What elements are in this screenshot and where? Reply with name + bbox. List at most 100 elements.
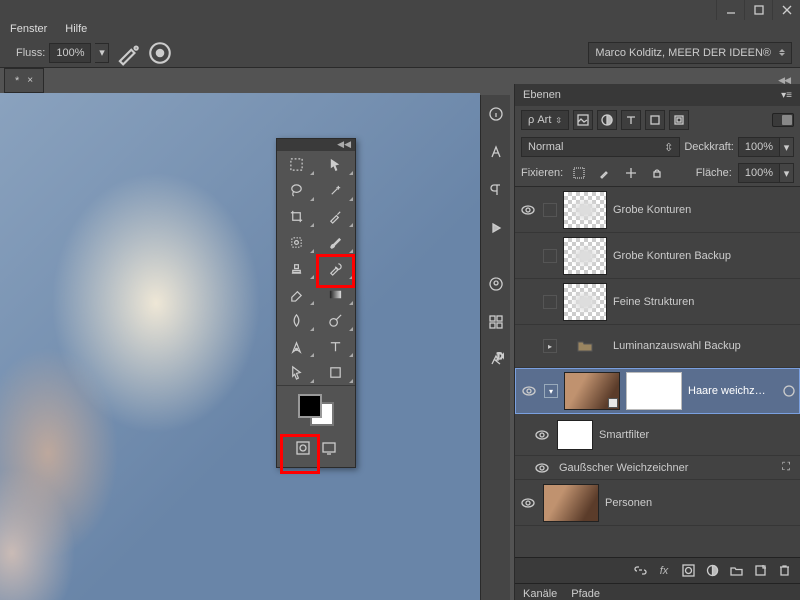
visibility-icon[interactable] <box>520 384 538 398</box>
workspace-selector[interactable]: Marco Kolditz, MEER DER IDEEN® <box>588 42 792 64</box>
move-tool-icon[interactable] <box>316 151 355 177</box>
smartfilter-row[interactable]: Smartfilter <box>515 414 800 456</box>
layer-filter-kind[interactable]: ρ Art⇳ <box>521 110 569 130</box>
layer-row[interactable]: Personen <box>515 480 800 526</box>
link-layers-icon[interactable] <box>630 561 650 581</box>
close-button[interactable] <box>772 0 800 20</box>
layer-name[interactable]: Haare weichz… <box>688 385 777 397</box>
fluss-dropdown[interactable]: ▾ <box>95 43 109 63</box>
type-tool-icon[interactable] <box>316 333 355 359</box>
visibility-icon[interactable] <box>519 496 537 510</box>
brush-tool-icon[interactable] <box>316 229 355 255</box>
filter-shape-icon[interactable] <box>645 110 665 130</box>
fill-value[interactable]: 100% <box>738 163 780 183</box>
layer-name[interactable]: Feine Strukturen <box>613 296 796 308</box>
tools-collapse[interactable]: ◀◀ <box>277 139 355 151</box>
eyedropper-tool-icon[interactable] <box>316 203 355 229</box>
expand-icon[interactable]: ▸ <box>543 339 557 353</box>
filter-adjust-icon[interactable] <box>597 110 617 130</box>
opacity-value[interactable]: 100% <box>738 137 780 157</box>
gradient-tool-icon[interactable] <box>316 281 355 307</box>
panel-menu-icon[interactable]: ▾≡ <box>781 90 792 101</box>
eraser-tool-icon[interactable] <box>277 281 316 307</box>
quickmask-icon[interactable] <box>295 440 311 459</box>
layer-row[interactable]: Grobe Konturen <box>515 187 800 233</box>
swatches-panel-icon[interactable] <box>481 303 510 341</box>
lock-pixels-icon[interactable] <box>569 163 589 183</box>
filter-smart-icon[interactable] <box>669 110 689 130</box>
layer-fx-icon[interactable]: fx <box>654 561 674 581</box>
blur-tool-icon[interactable] <box>277 307 316 333</box>
screenmode-icon[interactable] <box>321 440 337 459</box>
expand-icon[interactable] <box>543 295 557 309</box>
lock-all-icon[interactable] <box>647 163 667 183</box>
magic-wand-tool-icon[interactable] <box>316 177 355 203</box>
filter-name[interactable]: Gaußscher Weichzeichner <box>559 462 774 474</box>
menu-help[interactable]: Hilfe <box>65 23 87 35</box>
expand-icon[interactable] <box>543 249 557 263</box>
tab-close-icon[interactable]: × <box>27 75 33 86</box>
layer-row[interactable]: Feine Strukturen <box>515 279 800 325</box>
filter-toggle[interactable] <box>772 113 794 127</box>
styles-panel-icon[interactable]: fx <box>481 341 510 379</box>
document-tab[interactable]: * × <box>4 68 44 93</box>
airbrush-icon[interactable] <box>115 42 141 64</box>
foreground-color-swatch[interactable] <box>298 394 322 418</box>
delete-layer-icon[interactable] <box>774 561 794 581</box>
add-mask-icon[interactable] <box>678 561 698 581</box>
layer-mask-thumbnail[interactable] <box>626 372 682 410</box>
layer-thumbnail[interactable] <box>564 372 620 410</box>
new-group-icon[interactable] <box>726 561 746 581</box>
menu-window[interactable]: Fenster <box>10 23 47 35</box>
fill-dropdown[interactable]: ▾ <box>780 163 794 183</box>
maximize-button[interactable] <box>744 0 772 20</box>
expand-icon[interactable] <box>543 203 557 217</box>
layer-name[interactable]: Grobe Konturen Backup <box>613 250 796 262</box>
history-brush-tool-icon[interactable] <box>316 255 355 281</box>
color-swatches[interactable] <box>296 392 336 428</box>
layer-name[interactable]: Personen <box>605 497 796 509</box>
healing-brush-tool-icon[interactable] <box>277 229 316 255</box>
canvas-area[interactable] <box>0 93 480 600</box>
filter-type-icon[interactable] <box>621 110 641 130</box>
layer-row-selected[interactable]: ▾ Haare weichz… <box>515 368 800 414</box>
character-panel-icon[interactable] <box>481 133 510 171</box>
lock-position-icon[interactable] <box>621 163 641 183</box>
paths-tab[interactable]: Pfade <box>571 588 600 600</box>
path-select-tool-icon[interactable] <box>277 359 316 385</box>
new-layer-icon[interactable] <box>750 561 770 581</box>
lock-paint-icon[interactable] <box>595 163 615 183</box>
layer-thumbnail[interactable] <box>543 484 599 522</box>
channels-tab[interactable]: Kanäle <box>523 588 557 600</box>
stamp-tool-icon[interactable] <box>277 255 316 281</box>
fluss-value[interactable]: 100% <box>49 43 91 63</box>
lasso-tool-icon[interactable] <box>277 177 316 203</box>
pressure-size-icon[interactable] <box>147 42 173 64</box>
visibility-icon[interactable] <box>533 461 551 475</box>
filter-entry-row[interactable]: Gaußscher Weichzeichner ⛶ <box>515 456 800 480</box>
actions-panel-icon[interactable] <box>481 209 510 247</box>
layer-thumbnail[interactable] <box>563 237 607 275</box>
adjustment-layer-icon[interactable] <box>702 561 722 581</box>
expand-icon[interactable]: ▾ <box>544 384 558 398</box>
layer-name[interactable]: Grobe Konturen <box>613 204 796 216</box>
filter-pixel-icon[interactable] <box>573 110 593 130</box>
shape-tool-icon[interactable] <box>316 359 355 385</box>
visibility-icon[interactable] <box>519 203 537 217</box>
layers-tab[interactable]: Ebenen <box>523 89 561 101</box>
filter-blend-icon[interactable]: ⛶ <box>782 461 790 474</box>
layer-thumbnail[interactable] <box>563 191 607 229</box>
layer-thumbnail[interactable] <box>563 283 607 321</box>
color-panel-icon[interactable] <box>481 265 510 303</box>
dodge-tool-icon[interactable] <box>316 307 355 333</box>
info-panel-icon[interactable] <box>481 95 510 133</box>
paragraph-panel-icon[interactable] <box>481 171 510 209</box>
minimize-button[interactable] <box>716 0 744 20</box>
blend-mode-select[interactable]: Normal⇳ <box>521 137 680 157</box>
visibility-icon[interactable] <box>533 428 551 442</box>
marquee-tool-icon[interactable] <box>277 151 316 177</box>
pen-tool-icon[interactable] <box>277 333 316 359</box>
layer-name[interactable]: Luminanzauswahl Backup <box>613 340 796 352</box>
filter-mask-thumbnail[interactable] <box>557 420 593 450</box>
layer-row[interactable]: Grobe Konturen Backup <box>515 233 800 279</box>
